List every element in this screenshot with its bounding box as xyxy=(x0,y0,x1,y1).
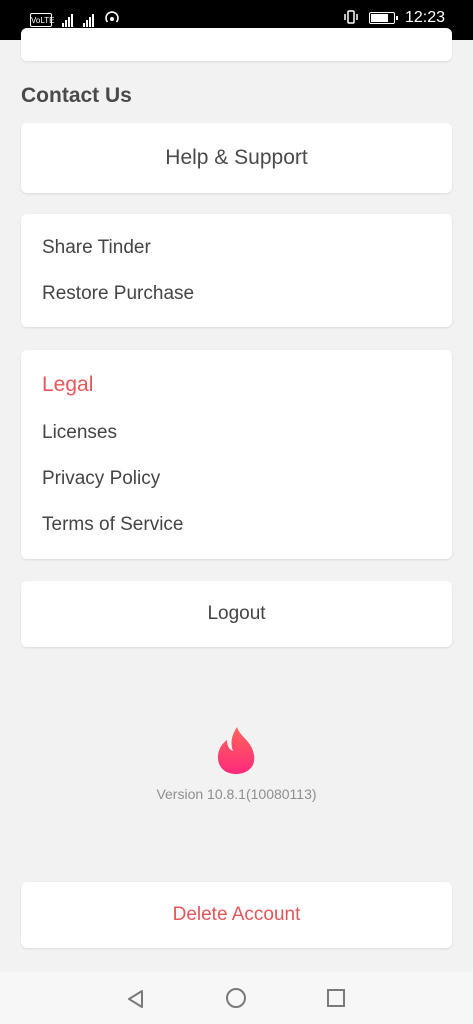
legal-heading: Legal xyxy=(42,373,94,396)
licenses-item[interactable]: Licenses xyxy=(42,422,117,444)
tinder-flame-icon xyxy=(214,725,258,775)
logout-label: Logout xyxy=(207,603,266,624)
signal-icon xyxy=(62,13,73,27)
back-icon[interactable] xyxy=(126,989,146,1014)
recent-apps-icon[interactable] xyxy=(327,989,345,1007)
legal-card: Legal Licenses Privacy Policy Terms of S… xyxy=(21,350,452,559)
help-support-label: Help & Support xyxy=(165,146,308,169)
hotspot-icon xyxy=(104,10,120,29)
help-support-button[interactable]: Help & Support xyxy=(21,123,452,193)
privacy-policy-item[interactable]: Privacy Policy xyxy=(42,468,160,490)
delete-account-button[interactable]: Delete Account xyxy=(21,882,452,948)
status-right: 12:23 xyxy=(343,9,445,27)
vibrate-icon xyxy=(343,9,359,27)
previous-card xyxy=(21,28,452,61)
status-left: VoLTE xyxy=(30,10,120,29)
app-version: Version 10.8.1(10080113) xyxy=(156,786,317,802)
restore-purchase-item[interactable]: Restore Purchase xyxy=(42,283,194,305)
terms-of-service-item[interactable]: Terms of Service xyxy=(42,514,183,536)
volte-icon: VoLTE xyxy=(30,12,54,27)
contact-us-heading: Contact Us xyxy=(21,84,132,107)
system-nav-bar xyxy=(0,972,473,1024)
share-tinder-item[interactable]: Share Tinder xyxy=(42,237,151,259)
signal-icon-2 xyxy=(83,13,94,27)
share-restore-card: Share Tinder Restore Purchase xyxy=(21,214,452,327)
clock: 12:23 xyxy=(404,9,445,26)
delete-account-label: Delete Account xyxy=(172,904,301,925)
battery-icon xyxy=(368,12,398,24)
home-icon[interactable] xyxy=(226,988,246,1008)
logout-button[interactable]: Logout xyxy=(21,581,452,647)
